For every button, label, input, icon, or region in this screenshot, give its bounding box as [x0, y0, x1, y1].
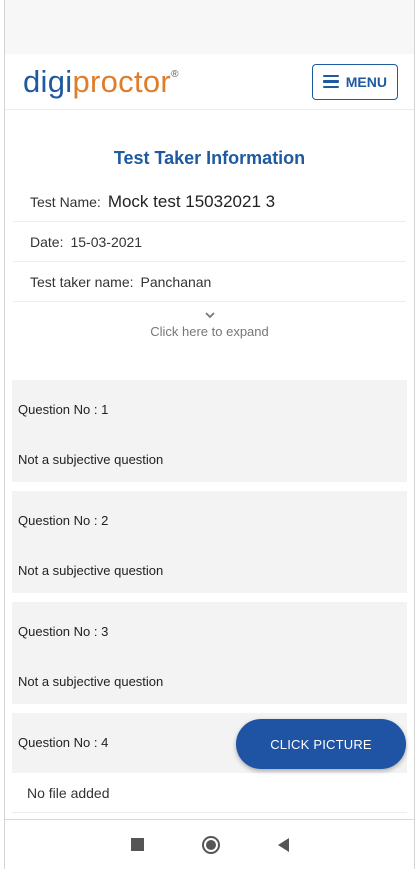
triangle-back-icon[interactable] — [277, 837, 289, 852]
date-value: 15-03-2021 — [70, 233, 143, 250]
expand-toggle[interactable]: Click here to expand — [13, 302, 406, 378]
logo-proctor: proctor — [72, 64, 172, 99]
menu-button[interactable]: MENU — [311, 63, 398, 100]
expand-label: Click here to expand — [150, 324, 269, 339]
test-name-value: Mock test 15032021 3 — [107, 191, 276, 211]
square-icon[interactable] — [130, 838, 144, 851]
android-nav-bar — [5, 819, 414, 869]
question-note: Not a subjective question — [18, 452, 164, 467]
test-name-label: Test Name: — [30, 193, 101, 210]
date-label: Date: — [30, 233, 64, 250]
question-number: Question No : 4 — [18, 735, 109, 750]
test-taker-label: Test taker name: — [30, 273, 134, 290]
question-number: Question No : 3 — [18, 624, 109, 639]
hamburger-icon — [322, 74, 339, 89]
question-note: Not a subjective question — [18, 563, 164, 578]
menu-label: MENU — [345, 73, 387, 90]
question-card: Question No : 3 Not a subjective questio… — [12, 602, 407, 704]
logo-digi: digi — [23, 64, 73, 99]
question-number: Question No : 2 — [18, 513, 109, 528]
file-status: No file added — [12, 773, 407, 813]
question-note: Not a subjective question — [18, 674, 164, 689]
date-row: Date: 15-03-2021 — [13, 222, 406, 262]
test-info-card: Test Name: Mock test 15032021 3 Date: 15… — [13, 182, 406, 378]
app-header: digiproctor® MENU — [5, 54, 414, 110]
circle-icon[interactable] — [201, 835, 220, 854]
question-number: Question No : 1 — [18, 402, 109, 417]
test-name-row: Test Name: Mock test 15032021 3 — [13, 182, 406, 222]
click-picture-button[interactable]: CLICK PICTURE — [236, 719, 406, 769]
test-taker-value: Panchanan — [140, 273, 212, 290]
question-card: Question No : 2 Not a subjective questio… — [12, 491, 407, 593]
logo-registered-mark: ® — [171, 69, 179, 80]
section-title: Test Taker Information — [113, 148, 306, 168]
status-bar — [5, 0, 414, 54]
chevron-down-icon — [204, 312, 215, 319]
digiproctor-logo[interactable]: digiproctor® — [23, 66, 179, 97]
question-card: Question No : 1 Not a subjective questio… — [12, 380, 407, 482]
test-taker-row: Test taker name: Panchanan — [13, 262, 406, 302]
